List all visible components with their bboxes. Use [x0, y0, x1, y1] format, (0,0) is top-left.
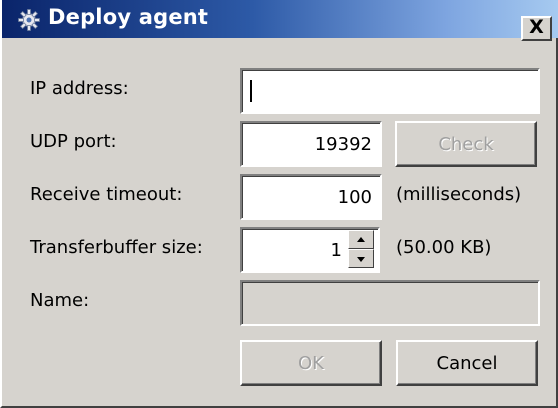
triangle-down-icon [357, 257, 365, 262]
window-title: Deploy agent [48, 5, 209, 29]
check-button[interactable]: Check [395, 121, 537, 167]
spin-up-button[interactable] [348, 230, 374, 249]
transferbuffer-size-label: Transferbuffer size: [30, 237, 203, 258]
title-bar[interactable]: Deploy agent [2, 0, 558, 38]
udp-port-label: UDP port: [30, 131, 117, 152]
transferbuffer-size-value: 1 [330, 239, 342, 261]
ok-button[interactable]: OK [240, 340, 382, 386]
udp-port-value: 19392 [314, 133, 372, 155]
ip-address-input[interactable] [240, 68, 540, 114]
close-button[interactable]: X [521, 16, 552, 41]
name-label: Name: [30, 290, 90, 311]
deploy-agent-dialog: Deploy agent X IP address: UDP port: 193… [0, 0, 558, 408]
receive-timeout-label: Receive timeout: [30, 184, 183, 205]
name-input[interactable] [240, 280, 540, 326]
text-caret [250, 80, 252, 102]
cancel-button[interactable]: Cancel [396, 340, 538, 386]
timeout-unit-label: (milliseconds) [396, 184, 522, 205]
receive-timeout-input[interactable]: 100 [240, 174, 382, 220]
buffer-size-text: (50.00 KB) [396, 237, 492, 258]
spin-down-button[interactable] [348, 249, 374, 268]
ip-address-label: IP address: [30, 78, 129, 99]
transferbuffer-spinner [348, 230, 374, 268]
gear-icon [18, 9, 40, 31]
triangle-up-icon [357, 237, 365, 242]
receive-timeout-value: 100 [337, 186, 372, 208]
udp-port-input[interactable]: 19392 [240, 121, 382, 167]
